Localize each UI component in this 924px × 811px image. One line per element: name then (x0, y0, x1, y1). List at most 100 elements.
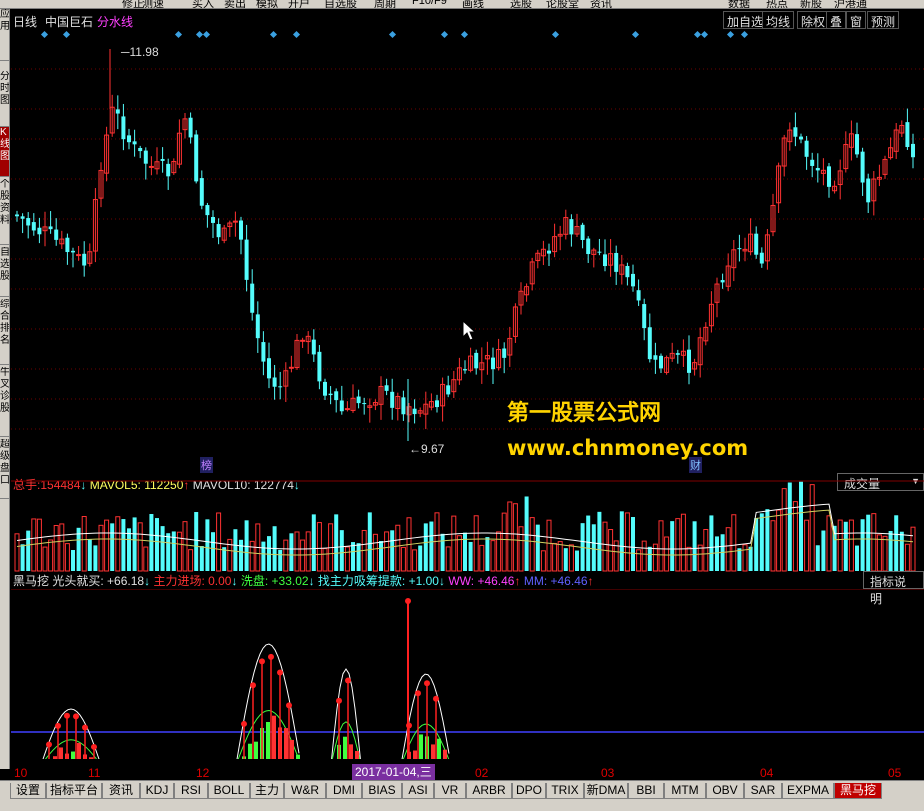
leftnav-item[interactable]: 牛 叉 诊 股 (0, 367, 9, 437)
toolbar-item[interactable]: 热点 (766, 0, 788, 8)
indicator-tab[interactable]: RSI (174, 783, 208, 799)
candlestick-chart[interactable] (11, 9, 924, 471)
toolbar-item[interactable]: 开户 (288, 0, 310, 8)
candle-body (65, 237, 70, 253)
volume-bar (205, 519, 210, 571)
candle-body (317, 351, 322, 382)
indicator-tab[interactable]: EXPMA (782, 783, 834, 799)
volume-bar (837, 519, 843, 572)
leftnav-item[interactable]: K 线 图 (0, 127, 9, 177)
toolbar-item[interactable]: 新股 (800, 0, 822, 8)
volume-bar (731, 514, 737, 572)
x-axis-label: 12 (196, 766, 210, 780)
indicator-tab[interactable]: 设置 (10, 783, 46, 799)
indicator-help-button[interactable]: 指标说明 (863, 571, 924, 606)
leftnav-item[interactable]: 应 用 (0, 9, 9, 61)
toolbar-item[interactable]: 数据 (728, 0, 750, 8)
toolbar-item[interactable]: 买入 (192, 0, 214, 8)
chart-area[interactable]: 日线 中国巨石 分水线 加自选 均线 除权叠窗预测 ─11.98 ←9.67 榜 财… (11, 9, 924, 769)
indicator-line (42, 708, 100, 759)
buy-signal-dot (82, 724, 88, 731)
candle-body (866, 178, 871, 203)
volume-bar (692, 521, 697, 571)
indicator-tab[interactable]: BIAS (362, 783, 402, 799)
toolbar-item[interactable]: 画线 (462, 0, 484, 8)
indicator-tab[interactable]: 黑马挖 (834, 783, 882, 799)
volume-bar (294, 531, 300, 572)
candle-body (76, 254, 82, 257)
indicator-chart[interactable] (11, 589, 924, 759)
leftnav-item[interactable]: 分 时 图 (0, 71, 9, 127)
toolbar-item[interactable]: 选股 (510, 0, 532, 8)
event-diamond-icon (693, 30, 702, 39)
indicator-tab[interactable]: VR (434, 783, 466, 799)
volume-bar (765, 509, 770, 571)
candle-body (362, 403, 367, 405)
volume-bar (418, 545, 423, 571)
candle-body (300, 339, 306, 342)
buy-signal-dot (46, 741, 52, 748)
indicator-tab[interactable]: TRIX (546, 783, 584, 799)
candle-body (547, 250, 551, 254)
toolbar-item[interactable]: 修正 (122, 0, 144, 8)
indicator-tab[interactable]: SAR (744, 783, 782, 799)
signal-bar (419, 734, 423, 759)
buy-signal-dot (55, 722, 61, 729)
leftnav-item[interactable]: 综 合 排 名 (0, 299, 9, 365)
volume-bar (400, 546, 406, 572)
toolbar-item[interactable]: 沪港通 (834, 0, 867, 8)
toolbar-item[interactable]: 测速 (142, 0, 164, 8)
volume-bar (71, 550, 75, 571)
toolbar-item[interactable]: 卖出 (224, 0, 246, 8)
indicator-tab[interactable]: 指标平台 (46, 783, 102, 799)
volume-bar (339, 530, 344, 571)
buy-signal-dot (250, 682, 256, 689)
toolbar-item[interactable]: 模拟 (256, 0, 278, 8)
leftnav-item[interactable]: 超 级 盘 口 (0, 439, 9, 499)
indicator-tab[interactable]: KDJ (140, 783, 174, 799)
volume-bar (155, 518, 159, 571)
toolbar-item[interactable]: 论股堂 (546, 0, 579, 8)
volume-bar (160, 526, 165, 571)
volume-bar (658, 520, 664, 572)
candle-body (474, 352, 479, 369)
candle-body (754, 233, 759, 255)
candle-body (250, 283, 255, 313)
volume-bar (81, 516, 87, 572)
toolbar-item[interactable]: 资讯 (590, 0, 612, 8)
volume-bar (249, 540, 255, 572)
volume-bar (194, 512, 199, 571)
indicator-tab[interactable]: BOLL (208, 783, 250, 799)
indicator-tab[interactable]: 主力 (250, 783, 284, 799)
volume-bar (882, 535, 888, 572)
signal-bar (284, 728, 288, 759)
volume-bar (742, 544, 748, 572)
indicator-tab[interactable]: OBV (706, 783, 744, 799)
candle-body (463, 369, 467, 371)
candle-body (759, 252, 764, 264)
bang-marker[interactable]: 榜 (200, 457, 213, 473)
candle-body (216, 224, 221, 238)
indicator-tab[interactable]: DMI (326, 783, 362, 799)
toolbar-item[interactable]: 自选股 (324, 0, 357, 8)
indicator-tab[interactable]: MTM (664, 783, 706, 799)
indicator-tab[interactable]: 新DMA (584, 783, 628, 799)
volume-bar (575, 550, 579, 571)
toolbar-item[interactable]: F10/F9 (412, 0, 447, 7)
leftnav-item[interactable]: 个 股 资 料 (0, 179, 9, 245)
event-diamond-icon (388, 30, 397, 39)
indicator-tab[interactable]: 资讯 (102, 783, 140, 799)
indicator-tab[interactable]: W&R (284, 783, 326, 799)
toolbar-item[interactable]: 周期 (374, 0, 396, 8)
volume-chart[interactable] (11, 479, 924, 579)
indicator-tab[interactable]: DPO (512, 783, 546, 799)
indicator-tab[interactable]: BBI (628, 783, 664, 799)
candle-body (412, 408, 417, 415)
volume-bar (608, 529, 614, 572)
event-diamond-icon (40, 30, 49, 39)
indicator-tab[interactable]: ASI (402, 783, 434, 799)
indicator-tab[interactable]: ARBR (466, 783, 512, 799)
leftnav-item[interactable]: 自 选 股 (0, 247, 9, 297)
volume-bar (848, 519, 854, 572)
buy-signal-dot (277, 669, 283, 676)
